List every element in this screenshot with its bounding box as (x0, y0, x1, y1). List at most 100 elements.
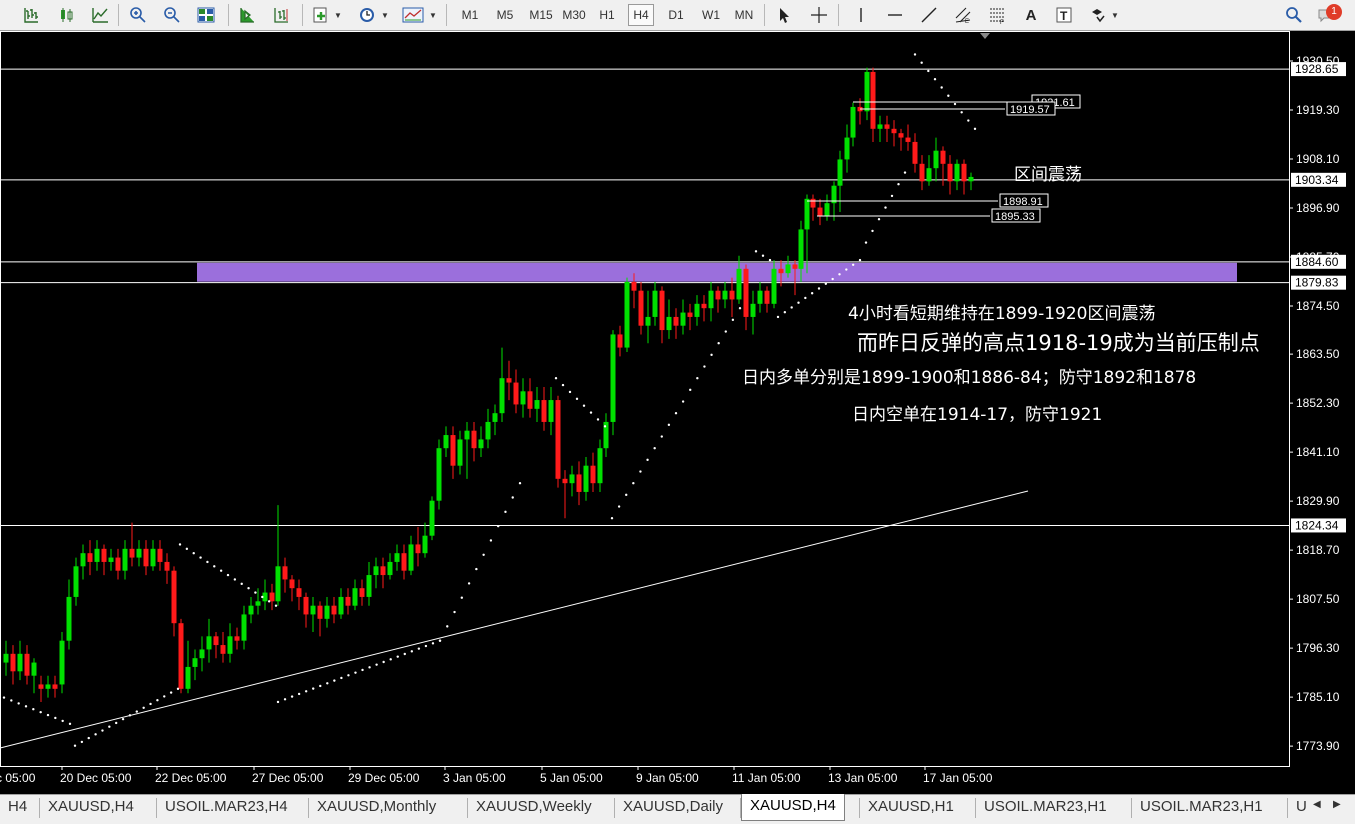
candle-body (345, 596, 351, 606)
price-chart[interactable]: 1921.611919.571898.911895.331930.501919.… (0, 31, 1355, 794)
candle-body (764, 290, 770, 304)
cursor-arrow-icon[interactable] (773, 4, 795, 26)
chart-tab[interactable]: XAUUSD,H4 (40, 795, 142, 819)
sar-dot (568, 390, 572, 394)
chart-shift-icon[interactable] (270, 4, 292, 26)
arrows-shapes-icon[interactable] (1087, 4, 1109, 26)
timeframe-h4[interactable]: H4 (628, 4, 654, 26)
chart-tab[interactable]: H4 (0, 795, 35, 819)
text-label-icon[interactable]: T (1053, 4, 1075, 26)
chart-tabs-bar: H4 XAUUSD,H4 USOIL.MAR23,H4 XAUUSD,Monthly X… (0, 794, 1355, 824)
time-tick-label: 5 Jan 05:00 (540, 771, 603, 785)
sar-dot (960, 111, 963, 114)
zoom-out-icon[interactable] (161, 4, 183, 26)
timeframe-h1[interactable]: H1 (595, 4, 619, 26)
chevron-down-icon[interactable]: ▼ (429, 4, 437, 26)
horizontal-line-icon[interactable] (884, 4, 906, 26)
chart-tab[interactable]: XAUUSD,H4 (741, 794, 845, 821)
zoom-in-icon[interactable] (127, 4, 149, 26)
sar-dot (297, 692, 301, 696)
time-tick-label: 11 Jan 05:00 (732, 771, 801, 785)
chevron-down-icon[interactable]: ▼ (334, 4, 342, 26)
tab-scroll-right-icon[interactable]: ▶ (1333, 799, 1341, 810)
tab-scroll-left-icon[interactable]: ◀ (1313, 799, 1321, 810)
sar-dot (135, 710, 138, 713)
timeframe-m1[interactable]: M1 (456, 4, 484, 26)
candlestick-chart-icon[interactable] (55, 4, 77, 26)
sar-dot (738, 306, 742, 310)
candle-body (562, 478, 568, 484)
candle-body (864, 71, 870, 112)
sar-dot (851, 263, 855, 267)
timeframe-mn[interactable]: MN (730, 4, 758, 26)
candle-body (590, 465, 596, 484)
chart-tab[interactable]: XAUUSD,Monthly (309, 795, 444, 819)
sar-dot (169, 691, 173, 694)
equidistant-channel-icon[interactable]: E (952, 4, 974, 26)
chart-tab[interactable]: USOIL.MAR23,H1 (976, 795, 1115, 819)
candle-body (722, 290, 728, 300)
indicators-icon[interactable] (310, 4, 332, 26)
sar-dot (410, 650, 414, 653)
timeframe-m30[interactable]: M30 (559, 4, 589, 26)
sar-dot (233, 578, 237, 581)
sar-dot (382, 660, 385, 664)
sar-dot (731, 318, 735, 322)
timeframe-d1[interactable]: D1 (663, 4, 689, 26)
search-icon[interactable] (1283, 4, 1305, 26)
candle-body (122, 548, 128, 571)
crosshair-icon[interactable] (808, 4, 830, 26)
sar-dot (453, 610, 456, 614)
candle-body (534, 400, 540, 409)
templates-icon[interactable] (402, 4, 424, 26)
timeframe-m5[interactable]: M5 (491, 4, 519, 26)
sar-dot (554, 376, 558, 380)
chart-tab[interactable]: USOIL.MAR23,H1 (1132, 795, 1271, 819)
candle-body (569, 474, 575, 484)
candle-body (275, 566, 281, 602)
chart-tab[interactable]: XAUUSD,Daily (615, 795, 731, 819)
candle-body (101, 548, 107, 562)
sar-dot (489, 539, 493, 542)
level-price-label: 1928.65 (1295, 62, 1339, 76)
fibonacci-icon[interactable]: F (986, 4, 1008, 26)
autoscroll-icon[interactable] (236, 4, 258, 26)
candle-body (324, 605, 330, 619)
chevron-down-icon[interactable]: ▼ (381, 4, 389, 26)
line-chart-icon[interactable] (89, 4, 111, 26)
tile-windows-icon[interactable] (195, 4, 217, 26)
candle-body (171, 570, 177, 624)
candle-body (380, 566, 386, 576)
chart-tab[interactable]: XAUUSD,Weekly (468, 795, 600, 819)
chart-canvas[interactable]: 1921.611919.571898.911895.331930.501919.… (0, 31, 1355, 794)
chart-tab[interactable]: XAUUSD,H1 (860, 795, 962, 819)
periods-clock-icon[interactable] (356, 4, 378, 26)
crosshair-chart-bar-icon[interactable] (20, 4, 42, 26)
sar-dot (276, 700, 280, 704)
text-tool-icon[interactable]: A (1020, 4, 1042, 26)
chart-tab[interactable]: U (1288, 795, 1315, 819)
sar-dot (617, 505, 621, 508)
segment-label: 1895.33 (995, 211, 1035, 223)
candle-body (694, 303, 700, 317)
candle-body (757, 290, 763, 304)
chevron-down-icon[interactable]: ▼ (1111, 4, 1119, 26)
candle-body (555, 400, 561, 479)
timeframe-m15[interactable]: M15 (526, 4, 556, 26)
sar-dot (783, 310, 787, 314)
sar-dot (632, 481, 635, 485)
sar-dot (185, 547, 189, 551)
sar-dot (163, 695, 166, 698)
plot-border (0, 31, 1290, 767)
candle-body (798, 229, 804, 269)
vertical-line-icon[interactable] (850, 4, 872, 26)
candle-body (583, 465, 589, 492)
tab-separator (39, 798, 40, 818)
timeframe-w1[interactable]: W1 (698, 4, 724, 26)
trendline-icon[interactable] (918, 4, 940, 26)
price-tick-label: 1908.10 (1296, 152, 1340, 166)
sar-dot (347, 674, 350, 677)
sar-dot (933, 78, 937, 81)
candle-body (457, 439, 463, 466)
chart-tab[interactable]: USOIL.MAR23,H4 (157, 795, 296, 819)
